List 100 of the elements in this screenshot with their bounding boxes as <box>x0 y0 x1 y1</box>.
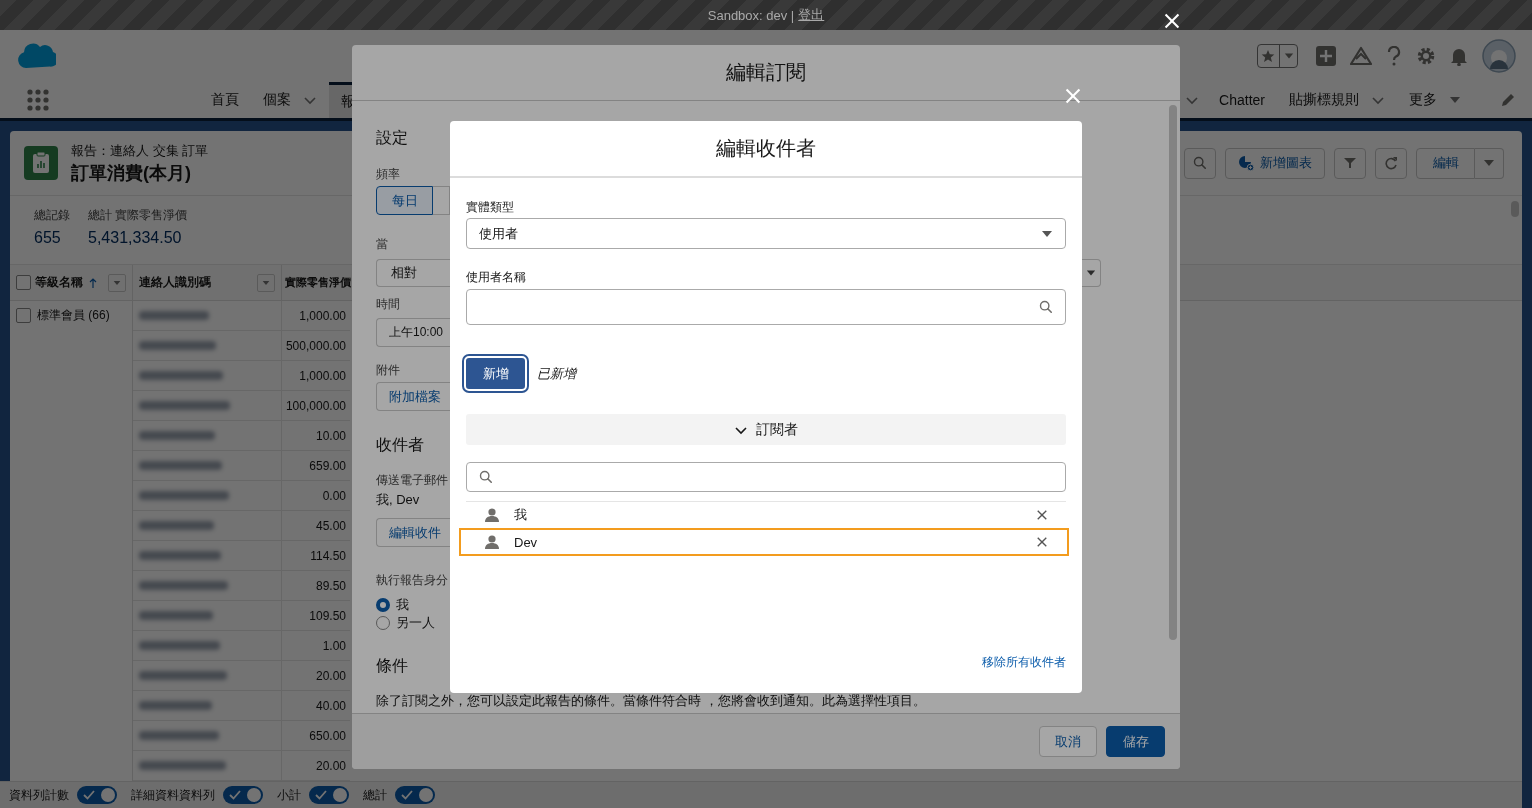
toggle-switch[interactable] <box>77 786 117 804</box>
subscriber-row[interactable]: 我 <box>466 502 1066 528</box>
column-header[interactable]: 實際零售淨價 <box>285 275 351 290</box>
pencil-icon[interactable] <box>1501 93 1515 107</box>
table-cell-text: 40.00 <box>314 697 346 715</box>
field-label: 執行報告身分 <box>376 573 448 588</box>
scrollbar[interactable] <box>1511 201 1519 217</box>
check-icon <box>229 790 241 800</box>
nav-tab[interactable]: Chatter <box>1207 82 1277 118</box>
search-icon <box>1193 156 1207 170</box>
field-label: 傳送電子郵件 <box>376 473 448 488</box>
sandbox-label: Sandbox: dev | <box>707 7 795 23</box>
add-chart-button[interactable]: 新增圖表 <box>1225 147 1325 179</box>
settings-icon[interactable] <box>1416 46 1436 66</box>
modal-title: 編輯收件者 <box>716 136 816 161</box>
remove-icon[interactable] <box>1036 536 1048 548</box>
toggle-switch[interactable] <box>395 786 435 804</box>
search-field[interactable] <box>466 289 1066 325</box>
table-cell-text: 1.00 <box>321 637 346 655</box>
radio-label: 我 <box>396 596 409 614</box>
search-button[interactable] <box>1184 147 1216 179</box>
edit-recipients-button[interactable]: 編輯收件 <box>376 518 450 547</box>
blurred-text <box>139 311 209 320</box>
caret-icon <box>1085 268 1096 278</box>
table-cell-text: 109.50 <box>308 607 346 625</box>
nav-tab[interactable]: 貼撕標規則 <box>1277 82 1397 118</box>
nav-tab[interactable]: 個案 <box>251 82 329 118</box>
toggle-switch[interactable] <box>309 786 349 804</box>
caret-icon <box>1284 51 1294 61</box>
avatar-icon[interactable] <box>1482 39 1516 73</box>
table-cell-text: 1,000.00 <box>298 367 346 385</box>
report-title: 訂單消費(本月) <box>71 161 192 185</box>
close-icon[interactable] <box>1163 12 1181 30</box>
remove-icon[interactable] <box>1036 509 1048 521</box>
help-icon[interactable] <box>1386 46 1402 66</box>
table-cell-text: 114.50 <box>309 547 346 565</box>
mountain-icon[interactable] <box>1350 46 1372 66</box>
search-icon <box>479 470 493 484</box>
field-label: 當 <box>376 237 388 252</box>
caret-icon <box>113 278 121 287</box>
field-label: 時間 <box>376 297 400 312</box>
field-label: 頻率 <box>376 167 400 182</box>
radio-button[interactable] <box>376 598 390 612</box>
plus-icon[interactable] <box>1316 46 1336 66</box>
checkbox[interactable] <box>16 275 31 290</box>
status-text: 已新增 <box>537 364 576 383</box>
checkbox[interactable] <box>16 308 31 323</box>
cloud-logo[interactable] <box>16 42 56 70</box>
check-icon <box>315 790 327 800</box>
search-field[interactable] <box>466 462 1066 492</box>
filter-button[interactable] <box>1334 147 1366 179</box>
modal-title: 編輯訂閱 <box>726 60 806 85</box>
dropdown-button[interactable] <box>108 273 126 292</box>
search-icon <box>1039 300 1053 314</box>
table-cell-text: 89.50 <box>314 577 346 595</box>
toggle-label: 詳細資料資料列 <box>131 786 215 804</box>
chevron-icon[interactable] <box>303 94 317 106</box>
caret-icon <box>262 278 270 287</box>
description-text: 除了訂閱之外，您可以設定此報告的條件。當條件符合時 ，您將會收到通知。此為選擇性項目。 <box>376 693 926 709</box>
check-icon <box>83 790 95 800</box>
table-cell-text: 10.00 <box>314 427 346 445</box>
chevron-icon[interactable] <box>1185 94 1200 106</box>
save-button[interactable]: 儲存 <box>1106 726 1165 757</box>
app-launcher-icon[interactable] <box>27 89 49 111</box>
remove-all-link[interactable]: 移除所有收件者 <box>982 654 1066 671</box>
favorites-button[interactable] <box>1257 44 1298 68</box>
nav-tab[interactable]: 更多 <box>1397 82 1473 118</box>
toggle-switch[interactable] <box>223 786 263 804</box>
column-header[interactable]: 等級名稱 <box>35 274 83 291</box>
attach-file-button[interactable]: 附加檔案 <box>376 382 450 411</box>
table-cell-text: 45.00 <box>314 517 346 535</box>
table-cell-text: 20.00 <box>314 757 346 775</box>
nav-tab[interactable]: 首頁 <box>199 82 251 118</box>
group-label: 標準會員 (66) <box>37 307 110 324</box>
refresh-button[interactable] <box>1375 147 1407 179</box>
dropdown-button[interactable] <box>1475 147 1504 179</box>
scrollbar[interactable] <box>1169 105 1177 640</box>
dropdown-button[interactable] <box>257 273 275 292</box>
select-field[interactable]: 使用者 <box>466 218 1066 249</box>
add-button[interactable]: 新增 <box>464 356 527 391</box>
person-icon <box>484 507 500 523</box>
section-heading: 設定 <box>376 128 408 148</box>
chevron-icon[interactable] <box>1371 94 1385 106</box>
column-header[interactable]: 連絡人識別碼 <box>139 274 211 291</box>
section-heading: 條件 <box>376 656 408 676</box>
segment-button[interactable] <box>433 186 450 215</box>
breadcrumb: 報告：連絡人 交集 訂單 <box>71 141 209 160</box>
bell-icon[interactable] <box>1450 46 1468 66</box>
section-header[interactable]: 訂閱者 <box>466 414 1066 445</box>
subscriber-row[interactable]: Dev <box>459 528 1069 556</box>
toggle-label: 資料列計數 <box>9 786 69 804</box>
segment-button[interactable]: 每日 <box>376 186 433 215</box>
star-icon <box>1261 49 1275 63</box>
table-cell-text: 1,000.00 <box>298 307 346 325</box>
section-heading: 收件者 <box>376 435 424 455</box>
radio-button[interactable] <box>376 616 390 630</box>
cancel-button[interactable]: 取消 <box>1039 726 1097 757</box>
logout-link[interactable]: 登出 <box>798 6 825 24</box>
radio-label: 另一人 <box>396 614 435 632</box>
edit-button[interactable]: 編輯 <box>1416 147 1475 179</box>
